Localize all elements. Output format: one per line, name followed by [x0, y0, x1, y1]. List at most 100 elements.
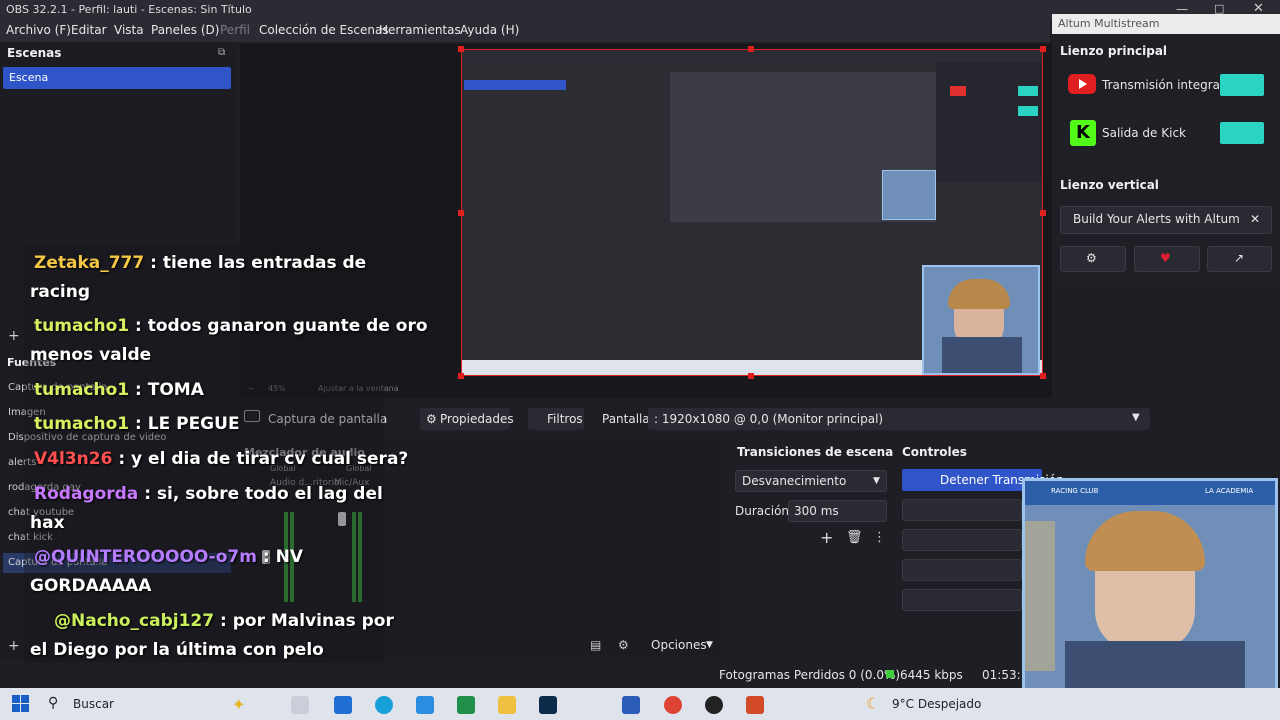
chat-message: V4l3n26 : y el dia de tirar cv cual sera… — [34, 449, 409, 469]
weather-icon: ☾ — [866, 694, 881, 713]
taskbar-search[interactable]: Buscar — [73, 697, 114, 711]
screen-value: : 1920x1080 @ 0,0 (Monitor principal) — [654, 412, 884, 426]
dock-float-icon[interactable]: ⧉ — [218, 47, 225, 58]
chat-message: tumacho1 : todos ganaron guante de oro — [34, 316, 428, 336]
word-icon[interactable] — [622, 696, 640, 714]
menu-perfil[interactable]: Perfil — [220, 23, 250, 37]
youtube-icon — [1068, 74, 1096, 94]
scene-item-label: Escena — [9, 71, 49, 84]
menu-herramientas[interactable]: Herramientas — [379, 23, 461, 37]
chat-message: @Nacho_cabj127 : por Malvinas por — [54, 611, 394, 631]
add-scene-icon[interactable]: + — [8, 328, 20, 344]
chat-message-cont: racing — [30, 282, 91, 302]
resize-handle[interactable] — [458, 46, 464, 52]
vertical-canvas-title: Lienzo vertical — [1060, 178, 1159, 192]
photoshop-icon[interactable] — [539, 696, 557, 714]
menu-bar: Archivo (F) Editar Vista Paneles (D) Per… — [0, 20, 1050, 42]
menu-vista[interactable]: Vista — [114, 23, 144, 37]
taskbar — [0, 688, 1280, 720]
overlay-team: RACING CLUB — [1051, 487, 1099, 495]
output-name: Transmisión integrada — [1102, 78, 1235, 92]
close-icon[interactable]: ✕ — [1250, 212, 1260, 226]
explorer-icon[interactable] — [498, 696, 516, 714]
nested-toggle — [1018, 106, 1038, 116]
chevron-down-icon: ▼ — [873, 476, 880, 486]
obs-icon[interactable] — [705, 696, 723, 714]
menu-coleccion-escenas[interactable]: Colección de Escenas — [259, 23, 389, 37]
resize-handle[interactable] — [458, 373, 464, 379]
menu-ayuda[interactable]: Ayuda (H) — [460, 23, 519, 37]
weather-text[interactable]: 9°C Despejado — [892, 697, 981, 711]
link-icon: ↗ — [1234, 251, 1245, 265]
powerpoint-icon[interactable] — [746, 696, 764, 714]
preview-webcam — [922, 265, 1040, 375]
output-name: Salida de Kick — [1102, 126, 1186, 140]
scenes-title: Escenas — [7, 46, 62, 60]
trash-icon[interactable]: 🗑 — [846, 530, 863, 545]
gear-icon: ⚙ — [426, 412, 437, 426]
stop-stream-button[interactable]: Detener Transmisión — [902, 469, 1064, 491]
resize-handle[interactable] — [1040, 210, 1046, 216]
output-toggle[interactable] — [1220, 74, 1264, 96]
app-icon[interactable] — [334, 696, 352, 714]
stream-health-icon — [886, 670, 894, 678]
settings-icon[interactable]: ⚙ — [618, 638, 629, 652]
copilot-icon[interactable]: ✦ — [232, 695, 245, 714]
edge-icon[interactable] — [375, 696, 393, 714]
controls-title: Controles — [902, 445, 967, 459]
webcam-overlay: RACING CLUB LA ACADEMIA — [1022, 478, 1278, 716]
chat-message-cont: el Diego por la última con pelo — [30, 640, 324, 660]
screen-label: Pantalla — [602, 412, 650, 426]
add-source-icon[interactable]: + — [8, 638, 20, 654]
alerts-banner-text: Build Your Alerts with Altum — [1073, 212, 1240, 226]
add-transition-icon[interactable]: + — [820, 528, 833, 547]
control-button[interactable] — [902, 559, 1022, 581]
menu-editar[interactable]: Editar — [71, 23, 107, 37]
chrome-icon[interactable] — [664, 696, 682, 714]
chat-message: Rodagorda : si, sobre todo el lag del — [34, 484, 383, 504]
kick-icon: K — [1070, 120, 1096, 146]
more-icon[interactable]: ⋮ — [873, 530, 886, 545]
filters-label: Filtros — [547, 412, 583, 426]
output-toggle[interactable] — [1220, 122, 1264, 144]
chevron-down-icon: ▼ — [1132, 412, 1140, 423]
layout-icon[interactable]: ▤ — [590, 638, 601, 652]
chevron-down-icon: ▼ — [706, 640, 713, 650]
scene-item-escena[interactable]: Escena — [3, 67, 231, 89]
resize-handle[interactable] — [1040, 46, 1046, 52]
task-view-icon[interactable] — [291, 696, 309, 714]
chat-message: @QUINTEROOOOO-o7m : NV — [34, 547, 303, 567]
chat-message-cont: hax — [30, 513, 65, 533]
control-button[interactable] — [902, 499, 1022, 521]
bitrate: 6445 kbps — [900, 668, 963, 682]
menu-archivo[interactable]: Archivo (F) — [6, 23, 71, 37]
search-icon[interactable]: ⚲ — [48, 695, 58, 711]
resize-handle[interactable] — [748, 46, 754, 52]
windows-start-icon[interactable] — [12, 695, 30, 713]
nested-webcam — [882, 170, 936, 220]
duration-value: 300 ms — [794, 504, 839, 518]
overlay-academy: LA ACADEMIA — [1205, 487, 1254, 495]
app-icon[interactable] — [416, 696, 434, 714]
nested-multistream — [936, 62, 1042, 182]
nested-toggle — [1018, 86, 1038, 96]
dropped-frames: Fotogramas Perdidos 0 (0.0%) — [719, 668, 901, 682]
options-button[interactable]: Opciones — [651, 638, 707, 652]
resize-handle[interactable] — [458, 210, 464, 216]
multistream-title: Altum Multistream — [1058, 17, 1160, 30]
duration-label: Duración — [735, 504, 790, 518]
window-title: OBS 32.2.1 - Perfil: lauti - Escenas: Si… — [6, 3, 252, 16]
control-button[interactable] — [902, 529, 1022, 551]
properties-label: Propiedades — [440, 412, 514, 426]
control-button[interactable] — [902, 589, 1022, 611]
excel-icon[interactable] — [457, 696, 475, 714]
chat-message: tumacho1 : TOMA — [34, 380, 204, 400]
chat-message-cont: GORDAAAAA — [30, 576, 152, 596]
resize-handle[interactable] — [748, 373, 754, 379]
menu-paneles[interactable]: Paneles (D) — [151, 23, 219, 37]
resize-handle[interactable] — [1040, 373, 1046, 379]
transitions-title: Transiciones de escena — [737, 445, 894, 459]
chat-message: Zetaka_777 : tiene las entradas de — [34, 253, 367, 273]
main-canvas-title: Lienzo principal — [1060, 44, 1168, 58]
nested-youtube — [950, 86, 966, 96]
